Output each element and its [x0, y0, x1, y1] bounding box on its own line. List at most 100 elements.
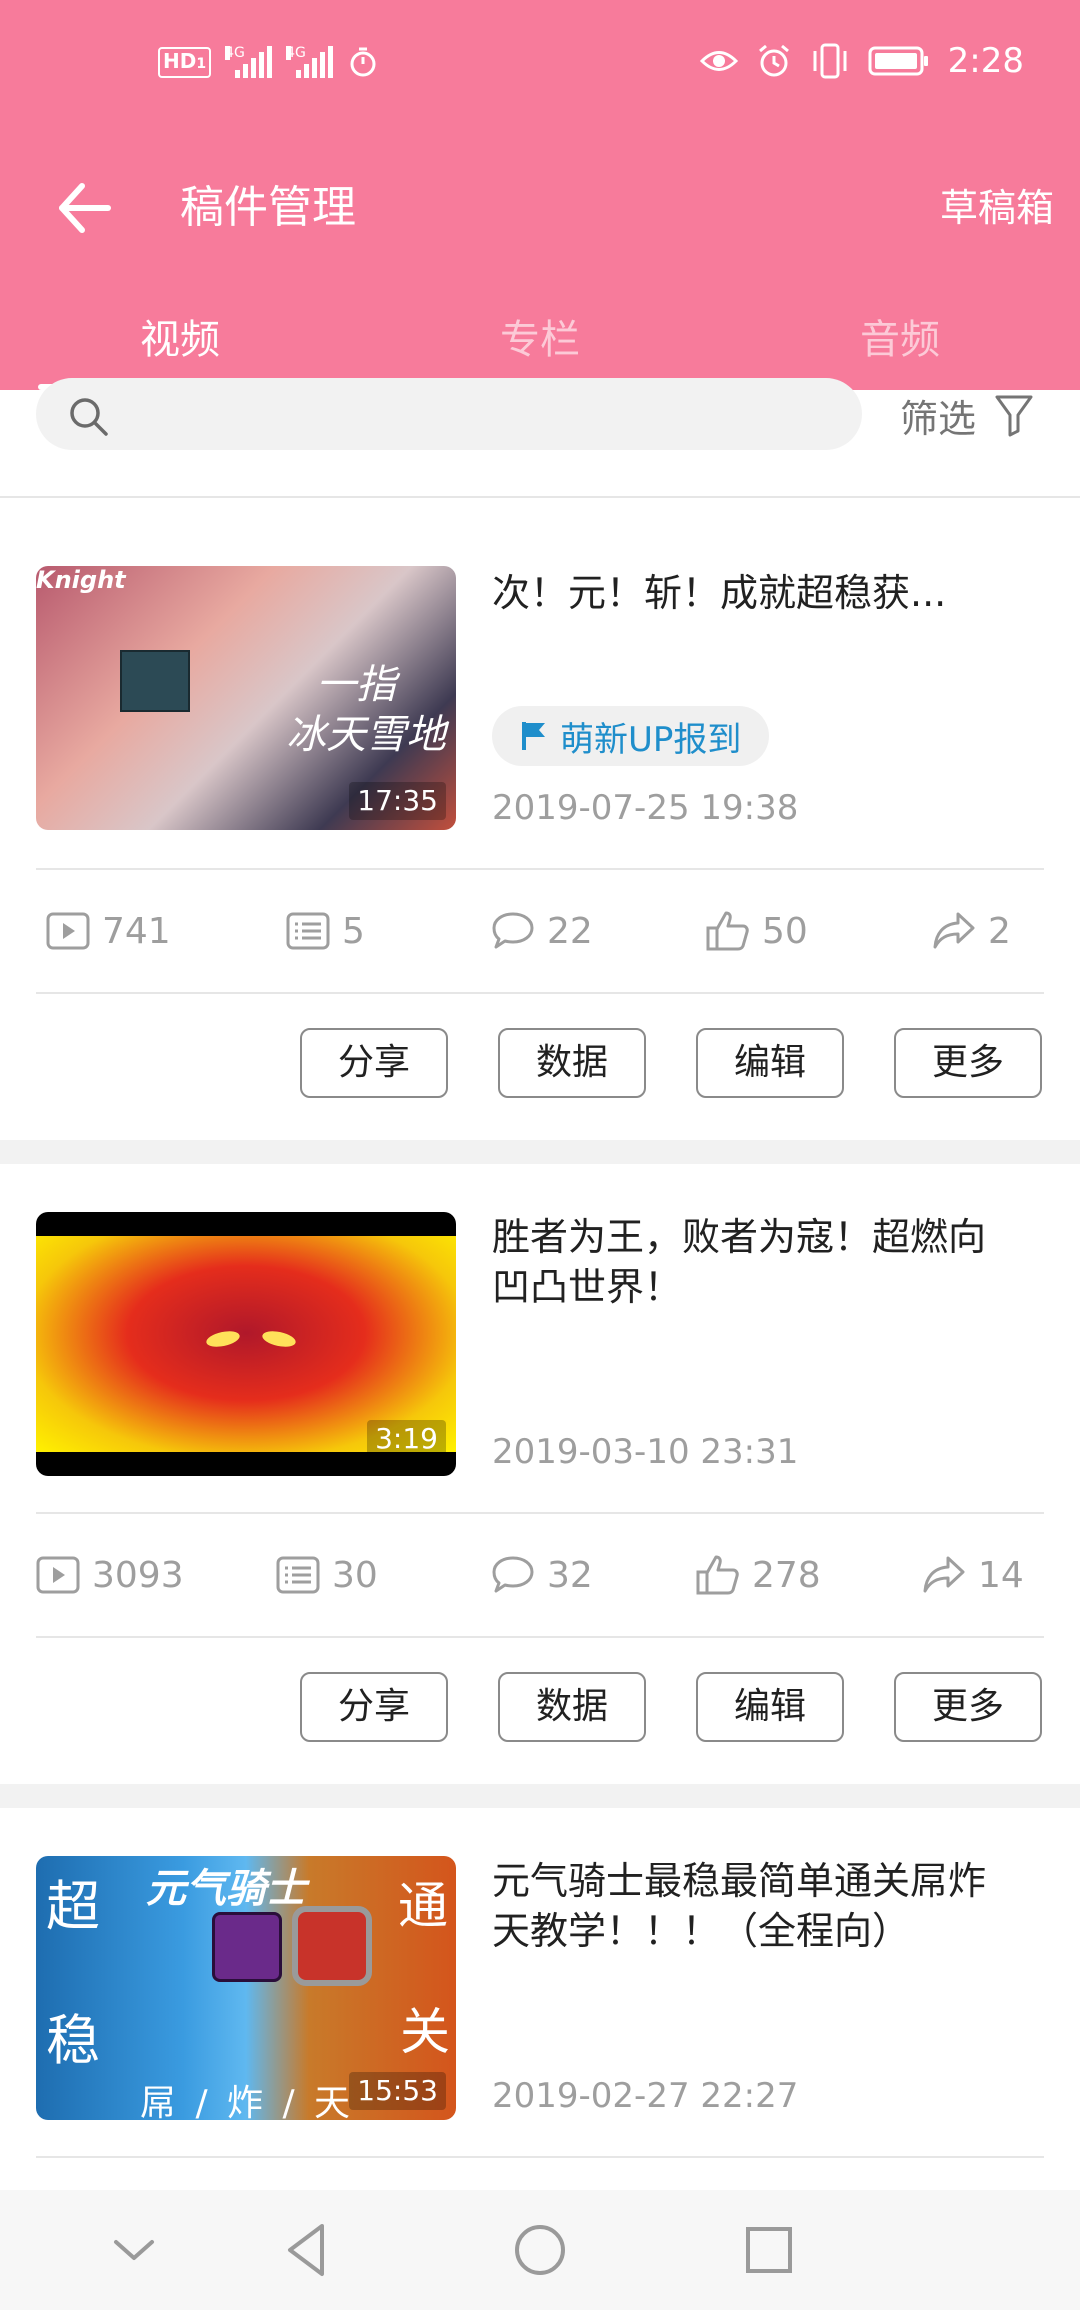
more-button[interactable]: 更多 [894, 1672, 1042, 1742]
video-thumbnail[interactable]: 超 稳 通 关 元气骑士 屌 / 炸 / 天 15:53 [36, 1856, 456, 2120]
video-card: Knight 一指 冰天雪地 17:35 次！元！斩！成就超稳获... 萌新UP… [0, 498, 1080, 1140]
flag-icon [522, 722, 545, 750]
vibrate-icon [813, 43, 847, 79]
filter-label: 筛选 [900, 396, 977, 441]
thumb-helmet-icon [212, 1912, 282, 1982]
data-button[interactable]: 数据 [498, 1672, 646, 1742]
timer-icon [350, 47, 376, 77]
sim2-label: 4G [286, 45, 306, 61]
stat-plays: 3093 [36, 1514, 184, 1636]
video-thumbnail[interactable]: 3:19 [36, 1212, 456, 1476]
thumb-up-icon [696, 1555, 739, 1595]
data-button[interactable]: 数据 [498, 1028, 646, 1098]
video-actions: 分享 数据 编辑 更多 [0, 1638, 1080, 1764]
likes-count: 50 [762, 910, 808, 952]
video-title[interactable]: 胜者为王，败者为寇！超燃向凹凸世界！ [492, 1212, 1012, 1312]
thumb-text-2: 冰天雪地 [286, 712, 446, 758]
thumb-bottom-text: 屌 / 炸 / 天 [140, 2083, 355, 2120]
comments-count: 32 [547, 1554, 593, 1596]
search-input[interactable] [36, 378, 862, 450]
video-card: 超 稳 通 关 元气骑士 屌 / 炸 / 天 15:53 元气骑士最稳最简单通关… [0, 1808, 1080, 2190]
video-date: 2019-02-27 22:27 [492, 2076, 799, 2116]
search-icon [70, 398, 108, 436]
stat-shares: 2 [932, 870, 1011, 992]
share-icon [923, 1556, 965, 1593]
app-header: 稿件管理 草稿箱 视频 专栏 音频 [0, 124, 1080, 390]
tab-column[interactable]: 专栏 [360, 290, 720, 390]
video-stats: 741 5 22 50 2 [36, 868, 1044, 994]
stat-likes: 278 [696, 1514, 821, 1636]
thumb-crystal-icon [120, 650, 190, 712]
status-right-icons: 2:28 [699, 36, 1024, 86]
tab-audio[interactable]: 音频 [720, 290, 1080, 390]
edit-button[interactable]: 编辑 [696, 1028, 844, 1098]
signal-icon-sim1: 4G [225, 45, 273, 78]
video-title[interactable]: 次！元！斩！成就超稳获... [492, 568, 1012, 618]
video-stats: 3093 30 32 278 14 [36, 1512, 1044, 1638]
share-button[interactable]: 分享 [300, 1028, 448, 1098]
plays-count: 741 [102, 910, 171, 952]
play-icon [36, 1556, 80, 1594]
comments-count: 22 [547, 910, 593, 952]
video-duration: 17:35 [349, 782, 446, 820]
thumb-logo-text: 元气骑士 [146, 1866, 306, 1912]
video-duration: 15:53 [349, 2072, 446, 2110]
recents-square-icon[interactable] [739, 2220, 799, 2280]
card-separator [0, 1140, 1080, 1164]
thumb-text-top: Knight [36, 566, 126, 594]
share-icon [933, 912, 975, 949]
status-time: 2:28 [947, 41, 1024, 81]
thumb-eye-right [260, 1328, 298, 1350]
thumb-text-tl: 超 [46, 1875, 100, 1938]
eye-icon [699, 51, 738, 71]
video-date: 2019-03-10 23:31 [492, 1432, 799, 1472]
stat-comments: 22 [491, 870, 593, 992]
search-row: 筛选 [0, 378, 1080, 498]
video-card: 3:19 胜者为王，败者为寇！超燃向凹凸世界！ 2019-03-10 23:31… [0, 1164, 1080, 1784]
thumb-shield-icon [292, 1906, 372, 1986]
share-button[interactable]: 分享 [300, 1672, 448, 1742]
video-actions: 分享 数据 编辑 更多 [0, 994, 1080, 1120]
back-arrow-icon[interactable] [56, 178, 116, 238]
stats-divider [36, 2156, 1044, 2158]
filter-button[interactable]: 筛选 [900, 390, 1034, 441]
stat-danmaku: 5 [286, 870, 365, 992]
video-title[interactable]: 元气骑士最稳最简单通关屌炸天教学！！！（全程向） [492, 1856, 1012, 1956]
stat-plays: 741 [46, 870, 171, 992]
edit-button[interactable]: 编辑 [696, 1672, 844, 1742]
shares-count: 2 [988, 910, 1011, 952]
thumb-text-bl: 稳 [46, 2009, 100, 2072]
back-triangle-icon[interactable] [278, 2220, 338, 2280]
battery-icon [868, 46, 928, 76]
draft-box-button[interactable]: 草稿箱 [940, 168, 1054, 248]
sim1-label: 4G [225, 45, 245, 61]
stat-danmaku: 30 [276, 1514, 378, 1636]
status-left-icons: HD1 4G 4G [158, 40, 379, 84]
filter-icon [995, 395, 1033, 437]
thumb-eye-left [204, 1328, 242, 1350]
tab-bar: 视频 专栏 音频 [0, 290, 1080, 390]
thumb-text-br: 关 [400, 2003, 450, 2061]
stat-comments: 32 [491, 1514, 593, 1636]
tab-video[interactable]: 视频 [0, 290, 360, 390]
badge-label: 萌新UP报到 [560, 719, 742, 760]
chevron-down-icon[interactable] [104, 2220, 164, 2280]
video-duration: 3:19 [367, 1420, 446, 1458]
status-bar: HD1 4G 4G 2:28 [0, 0, 1080, 124]
plays-count: 3093 [92, 1554, 184, 1596]
danmaku-icon [276, 1556, 320, 1594]
signal-icon-sim2: 4G [286, 45, 334, 78]
home-circle-icon[interactable] [510, 2220, 570, 2280]
alarm-icon [758, 44, 789, 77]
likes-count: 278 [752, 1554, 821, 1596]
activity-badge[interactable]: 萌新UP报到 [492, 706, 770, 766]
hd-icon: HD1 [158, 46, 212, 78]
danmaku-icon [286, 912, 330, 950]
hd-label: HD [163, 48, 197, 73]
system-nav-bar [0, 2190, 1080, 2310]
thumb-text-tr: 通 [398, 1877, 448, 1935]
play-icon [46, 912, 90, 950]
video-thumbnail[interactable]: Knight 一指 冰天雪地 17:35 [36, 566, 456, 830]
more-button[interactable]: 更多 [894, 1028, 1042, 1098]
hd-sub: 1 [196, 55, 207, 72]
